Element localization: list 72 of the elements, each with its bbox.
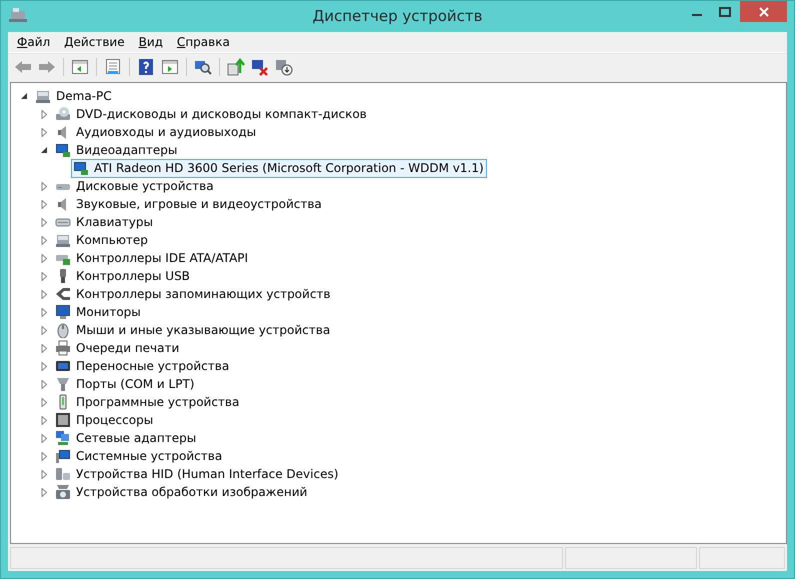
tree-item[interactable]: Очереди печати [73, 339, 182, 357]
tree-item[interactable]: Переносные устройства [73, 357, 232, 375]
collapsed-arrow-icon[interactable] [40, 308, 48, 316]
collapsed-arrow-icon[interactable] [40, 236, 48, 244]
menu-item[interactable]: Действие [57, 35, 132, 49]
menu-item[interactable]: Вид [132, 35, 170, 49]
collapsed-arrow-icon[interactable] [40, 452, 48, 460]
collapsed-arrow-icon[interactable] [40, 344, 48, 352]
tree-item[interactable]: ATI Radeon HD 3600 Series (Microsoft Corporation - WDDM v1.1) [71, 158, 487, 178]
collapsed-arrow-icon[interactable] [40, 218, 48, 226]
display-adapter-icon [73, 160, 89, 176]
collapsed-arrow-icon[interactable] [40, 362, 48, 370]
tree-item[interactable]: Аудиовходы и аудиовыходы [73, 123, 260, 141]
mouse-icon [55, 322, 71, 338]
tree-item[interactable]: Видеоадаптеры [73, 141, 180, 159]
collapsed-arrow-icon[interactable] [40, 398, 48, 406]
port-connector-icon [55, 376, 71, 392]
tree-item[interactable]: Системные устройства [73, 447, 226, 465]
window-title: Диспетчер устройств [312, 7, 482, 25]
storage-controller-icon [55, 286, 71, 302]
computer-icon [35, 88, 51, 104]
tree-item[interactable]: Дисковые устройства [73, 177, 217, 195]
minimize-icon [692, 14, 702, 16]
close-icon [758, 6, 768, 16]
monitor-icon [55, 304, 71, 320]
expanded-arrow-icon[interactable] [20, 92, 28, 100]
tree-item[interactable]: Сетевые адаптеры [73, 429, 200, 447]
tree-item[interactable]: Звуковые, игровые и видеоустройства [73, 195, 325, 213]
tree-item[interactable]: Клавиатуры [73, 213, 156, 231]
tree-item[interactable]: Мониторы [73, 303, 144, 321]
printer-icon [55, 340, 71, 356]
collapsed-arrow-icon[interactable] [40, 416, 48, 424]
dvd-drive-icon [55, 106, 71, 122]
tree-item[interactable]: Контроллеры USB [73, 267, 193, 285]
collapsed-arrow-icon[interactable] [40, 272, 48, 280]
collapsed-arrow-icon[interactable] [40, 326, 48, 334]
tree-item[interactable]: Программные устройства [73, 393, 242, 411]
tree-item[interactable]: Dema-PC [53, 87, 115, 105]
portable-device-icon [55, 358, 71, 374]
collapsed-arrow-icon[interactable] [40, 470, 48, 478]
display-adapter-icon [55, 142, 71, 158]
processor-icon [55, 412, 71, 428]
tree-item[interactable]: Устройства обработки изображений [73, 483, 310, 501]
update-driver-button[interactable] [225, 56, 247, 78]
tree-item[interactable]: Контроллеры запоминающих устройств [73, 285, 334, 303]
collapsed-arrow-icon[interactable] [40, 128, 48, 136]
collapsed-arrow-icon[interactable] [40, 290, 48, 298]
tree-item[interactable]: Контроллеры IDE ATA/ATAPI [73, 249, 252, 267]
network-adapter-icon [55, 430, 71, 446]
collapsed-arrow-icon[interactable] [40, 254, 48, 262]
tree-item[interactable]: Устройства HID (Human Interface Devices) [73, 465, 342, 483]
collapsed-arrow-icon[interactable] [40, 488, 48, 496]
collapsed-arrow-icon[interactable] [40, 380, 48, 388]
collapsed-arrow-icon[interactable] [40, 110, 48, 118]
tree-item[interactable]: Компьютер [73, 231, 151, 249]
maximize-icon [719, 6, 731, 16]
menu-item[interactable]: Файл [10, 35, 58, 49]
collapsed-arrow-icon[interactable] [40, 182, 48, 190]
close-button[interactable] [740, 1, 787, 22]
computer-icon [9, 7, 27, 23]
hid-device-icon [55, 466, 71, 482]
tree-item[interactable]: DVD-дисководы и дисководы компакт-дисков [73, 105, 370, 123]
computer-icon [55, 232, 71, 248]
collapsed-arrow-icon[interactable] [40, 200, 48, 208]
camera-icon [55, 484, 71, 500]
tree-item[interactable]: Мыши и иные указывающие устройства [73, 321, 334, 339]
tree-item[interactable]: Процессоры [73, 411, 156, 429]
expanded-arrow-icon[interactable] [40, 146, 48, 154]
tree-item[interactable]: Порты (COM и LPT) [73, 375, 198, 393]
collapsed-arrow-icon[interactable] [40, 434, 48, 442]
menu-item[interactable]: Справка [170, 35, 237, 49]
system-device-icon [55, 448, 71, 464]
